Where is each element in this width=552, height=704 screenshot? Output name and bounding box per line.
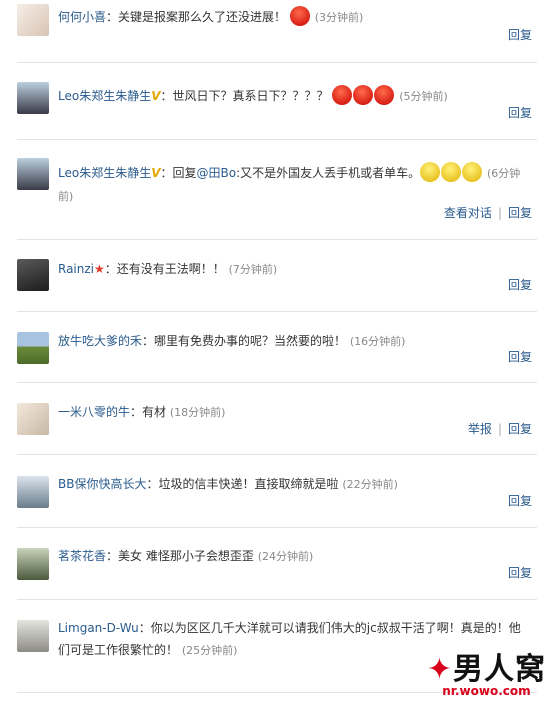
angry-emoji-icon xyxy=(289,6,310,26)
comment-username[interactable]: 茗茶花香 xyxy=(58,549,106,563)
avatar[interactable] xyxy=(17,403,49,435)
avatar[interactable] xyxy=(17,4,49,36)
divider xyxy=(17,62,537,63)
verified-badge-icon: V xyxy=(151,89,161,103)
divider xyxy=(17,454,537,455)
divider xyxy=(17,527,537,528)
comment-text: 美女 难怪那小子会想歪歪 xyxy=(118,549,254,563)
view-conversation-link[interactable]: 查看对话 xyxy=(444,206,492,220)
reply-link[interactable]: 回复 xyxy=(508,566,532,580)
comment-time: (5分钟前) xyxy=(399,90,448,103)
comment-time: (16分钟前) xyxy=(349,335,406,348)
avatar[interactable] xyxy=(17,158,49,190)
verified-badge-icon: V xyxy=(151,166,161,180)
comment-username[interactable]: Limgan-D-Wu xyxy=(58,621,139,635)
divider xyxy=(17,239,537,240)
comment-text: 世风日下？真系日下？？？？ xyxy=(172,89,329,103)
comment-username[interactable]: 一米八零的牛 xyxy=(58,405,130,419)
comment-time: (7分钟前) xyxy=(228,263,278,276)
comment-username[interactable]: Rainzi xyxy=(58,262,94,276)
reply-link[interactable]: 回复 xyxy=(508,494,532,508)
comment-time: (24分钟前) xyxy=(257,550,314,563)
mention-link[interactable]: @田Bo xyxy=(197,166,237,180)
grin-emoji-icon xyxy=(462,162,483,182)
comment-text: 哪里有免费办事的呢？当然要的啦！ xyxy=(154,334,347,348)
grin-emoji-icon xyxy=(420,162,441,182)
report-link[interactable]: 举报 xyxy=(468,422,492,436)
angry-emoji-icon xyxy=(353,85,374,105)
reply-link[interactable]: 回复 xyxy=(508,422,532,436)
comment-text: 垃圾的信丰快递！直接取缔就是啦 xyxy=(158,477,339,491)
comment-username[interactable]: Leo朱郑生朱静生 xyxy=(58,166,151,180)
comment-time: (3分钟前) xyxy=(314,11,364,24)
comment-time: (18分钟前) xyxy=(169,406,226,419)
comment-text: 关键是报案那么久了还没进展！ xyxy=(118,10,287,24)
watermark-url: nr.wowo.com xyxy=(442,684,531,698)
reply-link[interactable]: 回复 xyxy=(508,28,532,42)
comment-text: :又不是外国友人丢手机或者单车。 xyxy=(236,166,421,180)
reply-link[interactable]: 回复 xyxy=(508,206,532,220)
avatar[interactable] xyxy=(17,82,49,114)
reply-link[interactable]: 回复 xyxy=(508,278,532,292)
divider xyxy=(17,599,537,600)
avatar[interactable] xyxy=(17,476,49,508)
separator: | xyxy=(497,422,502,436)
divider xyxy=(17,139,537,140)
avatar[interactable] xyxy=(17,548,49,580)
grin-emoji-icon xyxy=(441,162,462,182)
comment-username[interactable]: 放牛吃大爹的禾 xyxy=(58,334,142,348)
watermark-logo: ✦男人窝 xyxy=(426,652,546,687)
divider xyxy=(17,382,537,383)
reply-prefix: 回复 xyxy=(172,166,197,180)
comment-username[interactable]: Leo朱郑生朱静生 xyxy=(58,89,151,103)
reply-link[interactable]: 回复 xyxy=(508,350,532,364)
divider xyxy=(17,311,537,312)
angry-emoji-icon xyxy=(332,85,353,105)
angry-emoji-icon xyxy=(374,85,395,105)
comment-time: (25分钟前) xyxy=(181,644,238,657)
avatar[interactable] xyxy=(17,620,49,652)
watermark: ✦男人窝 nr.wowo.com xyxy=(427,644,546,698)
separator: | xyxy=(497,206,502,220)
comment-username[interactable]: BB保你快高长大 xyxy=(58,477,146,491)
comment-username[interactable]: 何何小喜 xyxy=(58,10,106,24)
avatar[interactable] xyxy=(17,259,49,291)
comment-time: (22分钟前) xyxy=(342,478,398,491)
reply-link[interactable]: 回复 xyxy=(508,106,532,120)
star-badge-icon: ★ xyxy=(94,262,105,276)
comment-text: 还有没有王法啊！！ xyxy=(116,262,225,276)
comment-text: 有材 xyxy=(142,405,167,419)
avatar[interactable] xyxy=(17,332,49,364)
